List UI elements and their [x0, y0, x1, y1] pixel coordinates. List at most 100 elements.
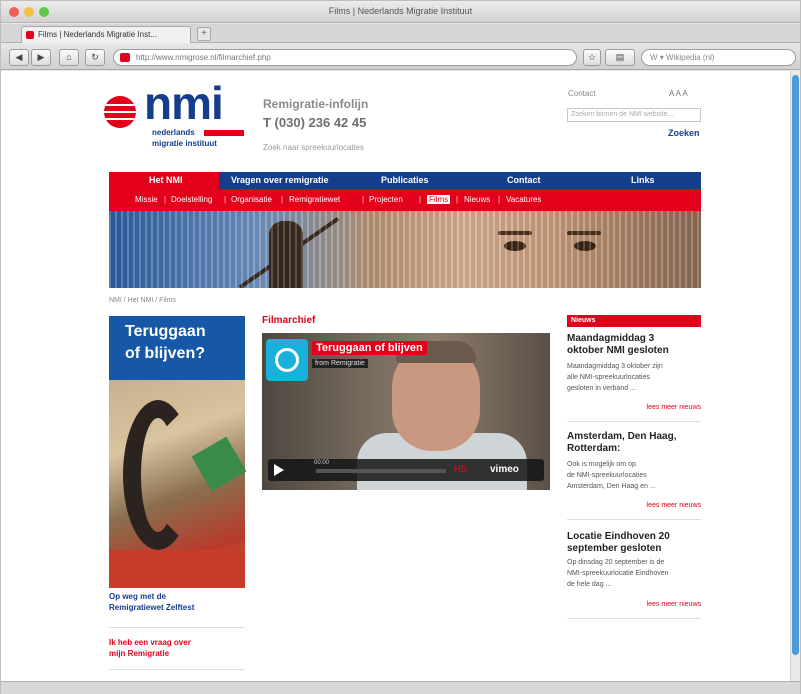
- news-more-link[interactable]: lees meer nieuws: [567, 601, 701, 608]
- title-bar: Films | Nederlands Migratie Instituut: [1, 1, 800, 23]
- nav-item-het-nmi[interactable]: Het NMI: [149, 175, 183, 185]
- nav-item-contact[interactable]: Contact: [507, 175, 541, 185]
- news-more-link[interactable]: lees meer nieuws: [567, 502, 701, 509]
- advert-image: [109, 380, 247, 588]
- nav-item-links[interactable]: Links: [631, 175, 655, 185]
- nav-item-vragen[interactable]: Vragen over remigratie: [231, 175, 329, 185]
- phone-number: T (030) 236 42 45: [263, 115, 367, 130]
- zelftest-link-line-2: Remigratiewet Zelftest: [109, 603, 195, 612]
- news-title-line: Maandagmiddag 3: [567, 333, 655, 344]
- zelftest-link[interactable]: Op weg met de Remigratiewet Zelftest: [109, 591, 194, 613]
- home-button[interactable]: ⌂: [59, 49, 79, 66]
- reload-button[interactable]: ↻: [85, 49, 105, 66]
- news-text-line: de NMI-spreekuurlocaties: [567, 472, 647, 479]
- video-title[interactable]: Teruggaan of blijven: [312, 341, 427, 355]
- logo-bar: [204, 130, 244, 136]
- news-item-text: Op dinsdag 20 september is de NMI-spreek…: [567, 557, 701, 590]
- logo-sub-line-2: migratie instituut: [152, 139, 217, 148]
- news-item-text: Ook is mogelijk om op de NMI-spreekuurlo…: [567, 459, 701, 492]
- vraag-link[interactable]: Ik heb een vraag over mijn Remigratie: [109, 637, 191, 659]
- infolijn-label: Remigratie-infolijn: [263, 97, 369, 111]
- news-text-line: alle NMI-spreekuurlocaties: [567, 374, 650, 381]
- page-tools-button[interactable]: ▤: [605, 49, 635, 66]
- logo-wordmark: nmi: [144, 77, 224, 129]
- subnav-projecten[interactable]: Projecten: [369, 195, 403, 204]
- subnav-missie[interactable]: Missie: [135, 195, 158, 204]
- header-banner-image: [109, 211, 701, 288]
- divider: [109, 627, 245, 628]
- vraag-link-line-1: Ik heb een vraag over: [109, 638, 191, 647]
- vraag-link-line-2: mijn Remigratie: [109, 649, 170, 658]
- subnav-separator: |: [498, 195, 501, 204]
- contact-link[interactable]: Contact: [568, 89, 596, 98]
- subnav-films[interactable]: Films: [427, 195, 451, 204]
- news-item-title[interactable]: Locatie Eindhoven 20 september gesloten: [567, 531, 701, 555]
- subnav-nieuws[interactable]: Nieuws: [464, 195, 490, 204]
- spreekuur-link[interactable]: Zoek naar spreekuurlocaties: [263, 143, 364, 152]
- window-title: Films | Nederlands Migratie Instituut: [328, 6, 473, 16]
- site-search-button[interactable]: Zoeken: [668, 128, 700, 138]
- video-channel-avatar[interactable]: [266, 339, 308, 381]
- nieuws-header: Nieuws: [567, 315, 701, 327]
- sub-nav: Missie | Doelstelling | Organisatie | Re…: [109, 189, 701, 211]
- nav-item-publicaties[interactable]: Publicaties: [381, 175, 429, 185]
- url-text: http://www.nmigrose.nl/filmarchief.php: [136, 53, 271, 62]
- news-title-line: Amsterdam, Den Haag,: [567, 431, 677, 442]
- bookmark-star-button[interactable]: ☆: [583, 49, 601, 66]
- video-player[interactable]: Teruggaan of blijven from Remigratie 00:…: [262, 333, 550, 490]
- subnav-separator: |: [362, 195, 365, 204]
- news-item-title[interactable]: Maandagmiddag 3 oktober NMI gesloten: [567, 333, 701, 357]
- news-text-line: gesloten in verband ...: [567, 385, 636, 392]
- advert-header: Teruggaan of blijven?: [109, 316, 245, 380]
- breadcrumb[interactable]: NMI / Het NMI / Films: [109, 297, 176, 304]
- site-icon: [120, 53, 130, 62]
- subnav-remigratiewet[interactable]: Remigratiewet: [289, 195, 340, 204]
- news-text-line: Ook is mogelijk om op: [567, 461, 636, 468]
- news-item-text: Maandagmiddag 3 oktober zijn alle NMI-sp…: [567, 361, 701, 394]
- browser-search-input[interactable]: W ▾ Wikipedia (nl): [641, 49, 796, 66]
- favicon-icon: [26, 31, 34, 39]
- subnav-doelstelling[interactable]: Doelstelling: [171, 195, 212, 204]
- vimeo-logo[interactable]: vimeo: [490, 464, 519, 475]
- banner-stripes: [109, 211, 701, 288]
- news-text-line: Op dinsdag 20 september is de: [567, 559, 665, 566]
- logo-sub-line-1: nederlands: [152, 128, 195, 137]
- scrollbar-thumb[interactable]: [792, 75, 799, 655]
- subnav-vacatures[interactable]: Vacatures: [506, 195, 541, 204]
- status-bar: [1, 681, 800, 694]
- vertical-scrollbar[interactable]: [790, 71, 800, 681]
- tab-label: Films | Nederlands Migratie Inst...: [38, 30, 158, 39]
- divider: [567, 618, 701, 619]
- advert-line-2: of blijven?: [125, 345, 205, 362]
- zelftest-link-line-1: Op weg met de: [109, 592, 166, 601]
- subnav-separator: |: [456, 195, 459, 204]
- news-title-line: Locatie Eindhoven 20: [567, 531, 670, 542]
- video-controls: 00:00 HD vimeo: [268, 459, 544, 481]
- zelftest-advert[interactable]: Teruggaan of blijven?: [109, 316, 247, 588]
- news-title-line: Rotterdam:: [567, 443, 621, 454]
- font-size-control[interactable]: A A A: [669, 89, 688, 98]
- advert-line-1: Teruggaan: [125, 323, 206, 340]
- video-byline[interactable]: from Remigratie: [312, 359, 368, 368]
- smiley-icon: [275, 348, 299, 372]
- divider: [567, 421, 701, 422]
- advert-image-letter-c: [123, 400, 193, 550]
- news-item-title[interactable]: Amsterdam, Den Haag, Rotterdam:: [567, 431, 701, 455]
- tab-bar: Films | Nederlands Migratie Inst... +: [1, 24, 800, 43]
- subnav-separator: |: [224, 195, 227, 204]
- browser-tab[interactable]: Films | Nederlands Migratie Inst...: [21, 26, 191, 43]
- back-button[interactable]: ◀: [9, 49, 29, 66]
- play-icon[interactable]: [274, 464, 284, 476]
- video-progress-bar[interactable]: [316, 469, 446, 473]
- news-text-line: Maandagmiddag 3 oktober zijn: [567, 363, 663, 370]
- nav-toolbar: ◀ ▶ ⌂ ↻ http://www.nmigrose.nl/filmarchi…: [1, 44, 800, 70]
- page-viewport: nmi nederlands migratie instituut Remigr…: [1, 71, 800, 681]
- news-title-line: oktober NMI gesloten: [567, 345, 669, 356]
- new-tab-button[interactable]: +: [197, 27, 211, 41]
- address-bar[interactable]: http://www.nmigrose.nl/filmarchief.php: [113, 49, 577, 66]
- forward-button[interactable]: ▶: [31, 49, 51, 66]
- subnav-organisatie[interactable]: Organisatie: [231, 195, 272, 204]
- news-more-link[interactable]: lees meer nieuws: [567, 404, 701, 411]
- hd-button[interactable]: HD: [454, 464, 467, 474]
- site-search-input[interactable]: Zoeken binnen de NMI website...: [567, 108, 701, 122]
